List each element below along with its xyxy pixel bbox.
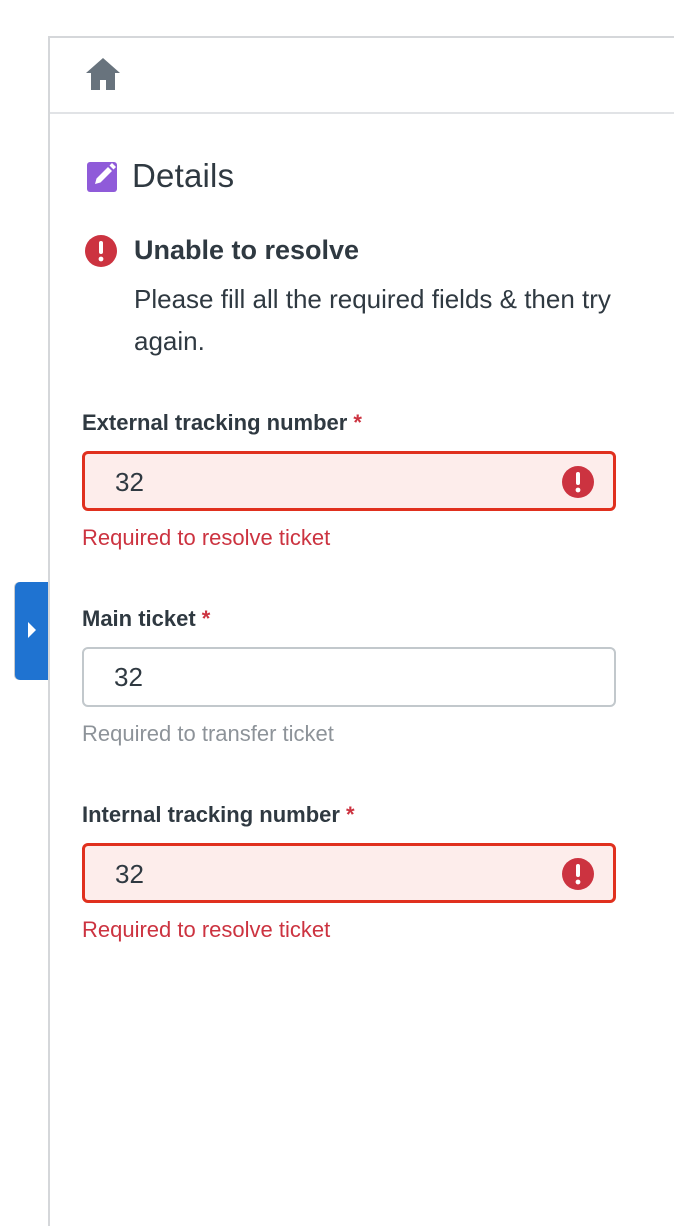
home-icon[interactable] [84,56,122,92]
section-title: Details [132,157,235,194]
external-tracking-number-field: External tracking number* Required to re… [82,408,616,550]
alert-error-icon [85,235,117,267]
internal-tracking-number-field: Internal tracking number* Required to re… [82,800,616,942]
field-label: External tracking number * [82,410,362,435]
required-marker: * [345,802,355,827]
panel-header [50,38,674,114]
alert-title: Unable to resolve [134,235,360,265]
chevron-right-icon [28,622,36,638]
internal-tracking-number-input[interactable] [115,854,535,894]
edit-icon [87,162,117,192]
collapse-panel-tab[interactable] [15,582,48,680]
page: Details Unable to resolve Please fill al… [0,0,674,1226]
external-tracking-number-input[interactable] [115,462,535,502]
internal-tracking-number-input-box[interactable] [82,843,616,903]
required-marker: * [353,410,362,435]
field-hint: Required to resolve ticket [82,525,331,550]
required-marker: * [201,606,211,631]
field-error-icon [562,858,594,890]
external-tracking-number-input-box[interactable] [82,451,616,511]
field-label: Internal tracking number * [82,802,355,827]
alert-message: Please fill all the required fields & th… [134,284,611,356]
main-ticket-input[interactable] [114,657,534,697]
main-ticket-field: Main ticket* Required to transfer ticket [82,604,616,746]
field-hint: Required to resolve ticket [82,917,331,942]
section-heading: Details [86,154,234,198]
field-label: Main ticket * [82,606,211,631]
field-error-icon [562,466,594,498]
main-ticket-input-box[interactable] [82,647,616,707]
field-hint: Required to transfer ticket [82,721,334,746]
